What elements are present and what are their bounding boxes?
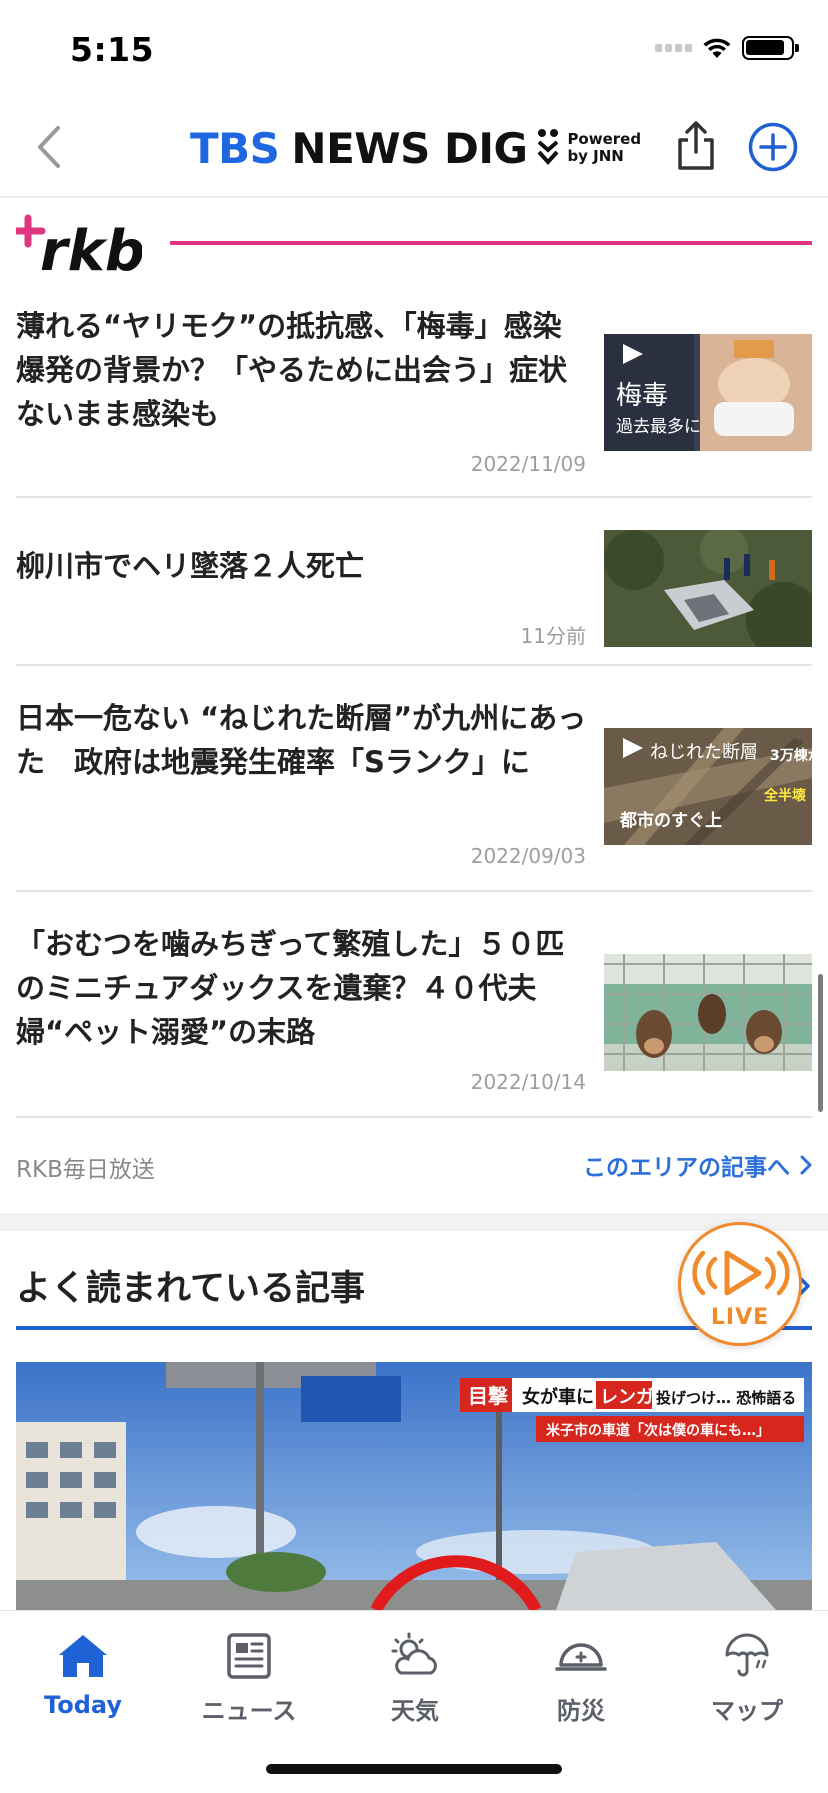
article-item[interactable]: 薄れる“ヤリモク”の抵抗感、「梅毒」感染爆発の背景か？「やるために出会う」症状な… [16, 296, 812, 498]
area-link-label: このエリアの記事へ [583, 1155, 790, 1181]
status-time: 5:15 [70, 30, 155, 69]
logo-tbs-text: TBS [190, 123, 280, 173]
tab-label: 防災 [557, 1697, 605, 1725]
tab-label: Today [44, 1691, 122, 1719]
back-chevron-icon[interactable] [28, 122, 72, 172]
svg-text:全半壊: 全半壊 [763, 787, 807, 804]
logo-newsdig-text: NEWS DIG [291, 123, 528, 173]
app-logo: TBS NEWS DIG Powered by JNN [190, 120, 641, 176]
thumbnail-image [604, 954, 812, 1071]
article-thumbnail [604, 530, 812, 647]
article-item[interactable]: 柳川市でヘリ墜落２人死亡 11分前 [16, 498, 812, 666]
live-button[interactable]: LIVE [678, 1222, 802, 1346]
area-articles-link[interactable]: このエリアの記事へ [583, 1148, 812, 1182]
tab-news[interactable]: ニュース [166, 1611, 332, 1731]
tab-label: 天気 [391, 1697, 439, 1725]
video-play-icon [623, 738, 643, 758]
broadcaster-header: rkb [16, 214, 812, 276]
article-date: 2022/10/14 [470, 1070, 586, 1094]
chevron-right-icon [800, 1155, 812, 1175]
tab-label: マップ [711, 1697, 783, 1725]
battery-icon [742, 36, 799, 60]
tab-label: ニュース [201, 1697, 297, 1725]
scroll-indicator[interactable] [818, 974, 823, 1112]
live-play-icon [692, 1250, 790, 1296]
svg-text:都市のすぐ上: 都市のすぐ上 [619, 810, 722, 831]
map-umbrella-icon [725, 1633, 769, 1677]
article-date: 2022/11/09 [470, 452, 586, 476]
svg-text:3万棟が: 3万棟が [770, 747, 812, 764]
svg-text:投げつけ… 恐怖語る: 投げつけ… 恐怖語る [656, 1389, 796, 1407]
article-thumbnail [604, 954, 812, 1071]
header-accent-line [170, 241, 812, 245]
article-thumbnail: 梅毒 過去最多に [604, 334, 812, 451]
tab-disaster[interactable]: 防災 [498, 1611, 664, 1731]
cellular-signal-icon [655, 44, 692, 52]
newspaper-icon [227, 1633, 271, 1679]
svg-text:梅毒: 梅毒 [616, 381, 668, 411]
article-title: 柳川市でヘリ墜落２人死亡 [16, 549, 365, 583]
featured-article[interactable]: 目撃 女が車に レンガ 投げつけ… 恐怖語る 米子市の車道「次は僕の車にも…」 [16, 1362, 812, 1610]
section-title: よく読まれている記事 [16, 1269, 365, 1309]
live-label: LIVE [710, 1305, 770, 1330]
article-date: 2022/09/03 [470, 844, 586, 868]
nav-bar: TBS NEWS DIG Powered by JNN [0, 100, 828, 198]
video-play-icon [623, 344, 643, 364]
tab-today[interactable]: Today [0, 1611, 166, 1731]
featured-image: 目撃 女が車に レンガ 投げつけ… 恐怖語る 米子市の車道「次は僕の車にも…」 [16, 1362, 812, 1610]
article-title: 薄れる“ヤリモク”の抵抗感、「梅毒」感染爆発の背景か？「やるために出会う」症状な… [16, 309, 568, 431]
svg-text:過去最多に: 過去最多に [616, 417, 701, 437]
article-date: 11分前 [520, 624, 586, 648]
source-label: RKB毎日放送 [16, 1157, 155, 1183]
tab-map[interactable]: マップ [664, 1611, 828, 1731]
powered-by-label: Powered by JNN [567, 130, 642, 165]
rkb-logo: rkb [16, 214, 142, 276]
wifi-icon [703, 38, 731, 58]
thumbnail-image [604, 530, 812, 647]
svg-text:レンガ: レンガ [600, 1387, 654, 1408]
svg-text:rkb: rkb [40, 219, 142, 276]
weather-icon [391, 1632, 437, 1675]
share-icon[interactable] [672, 118, 720, 174]
article-item[interactable]: 日本一危ない “ねじれた断層”が九州にあった 政府は地震発生確率「Sランク」に … [16, 666, 812, 892]
home-icon [59, 1635, 107, 1677]
svg-text:女が車に: 女が車に [522, 1386, 594, 1408]
home-indicator[interactable] [266, 1764, 562, 1774]
disaster-helmet-icon [555, 1643, 607, 1671]
svg-text:米子市の車道「次は僕の車にも…」: 米子市の車道「次は僕の車にも…」 [546, 1422, 770, 1439]
article-title: 日本一危ない “ねじれた断層”が九州にあった 政府は地震発生確率「Sランク」に [16, 701, 587, 779]
article-title: 「おむつを噛みちぎって繁殖した」５０匹のミニチュアダックスを遺棄？４０代夫婦“ペ… [16, 927, 565, 1049]
article-item[interactable]: 「おむつを噛みちぎって繁殖した」５０匹のミニチュアダックスを遺棄？４０代夫婦“ペ… [16, 892, 812, 1118]
status-bar: 5:15 [0, 0, 828, 100]
svg-text:目撃: 目撃 [468, 1384, 508, 1408]
tab-weather[interactable]: 天気 [332, 1611, 498, 1731]
status-icons [655, 36, 799, 60]
article-thumbnail: ねじれた断層 都市のすぐ上 3万棟が 全半壊 [604, 728, 812, 845]
dig-mark-icon [537, 129, 559, 165]
source-row: RKB毎日放送 このエリアの記事へ [16, 1146, 812, 1186]
add-circle-icon[interactable] [748, 122, 798, 172]
svg-text:ねじれた断層: ねじれた断層 [650, 742, 758, 763]
